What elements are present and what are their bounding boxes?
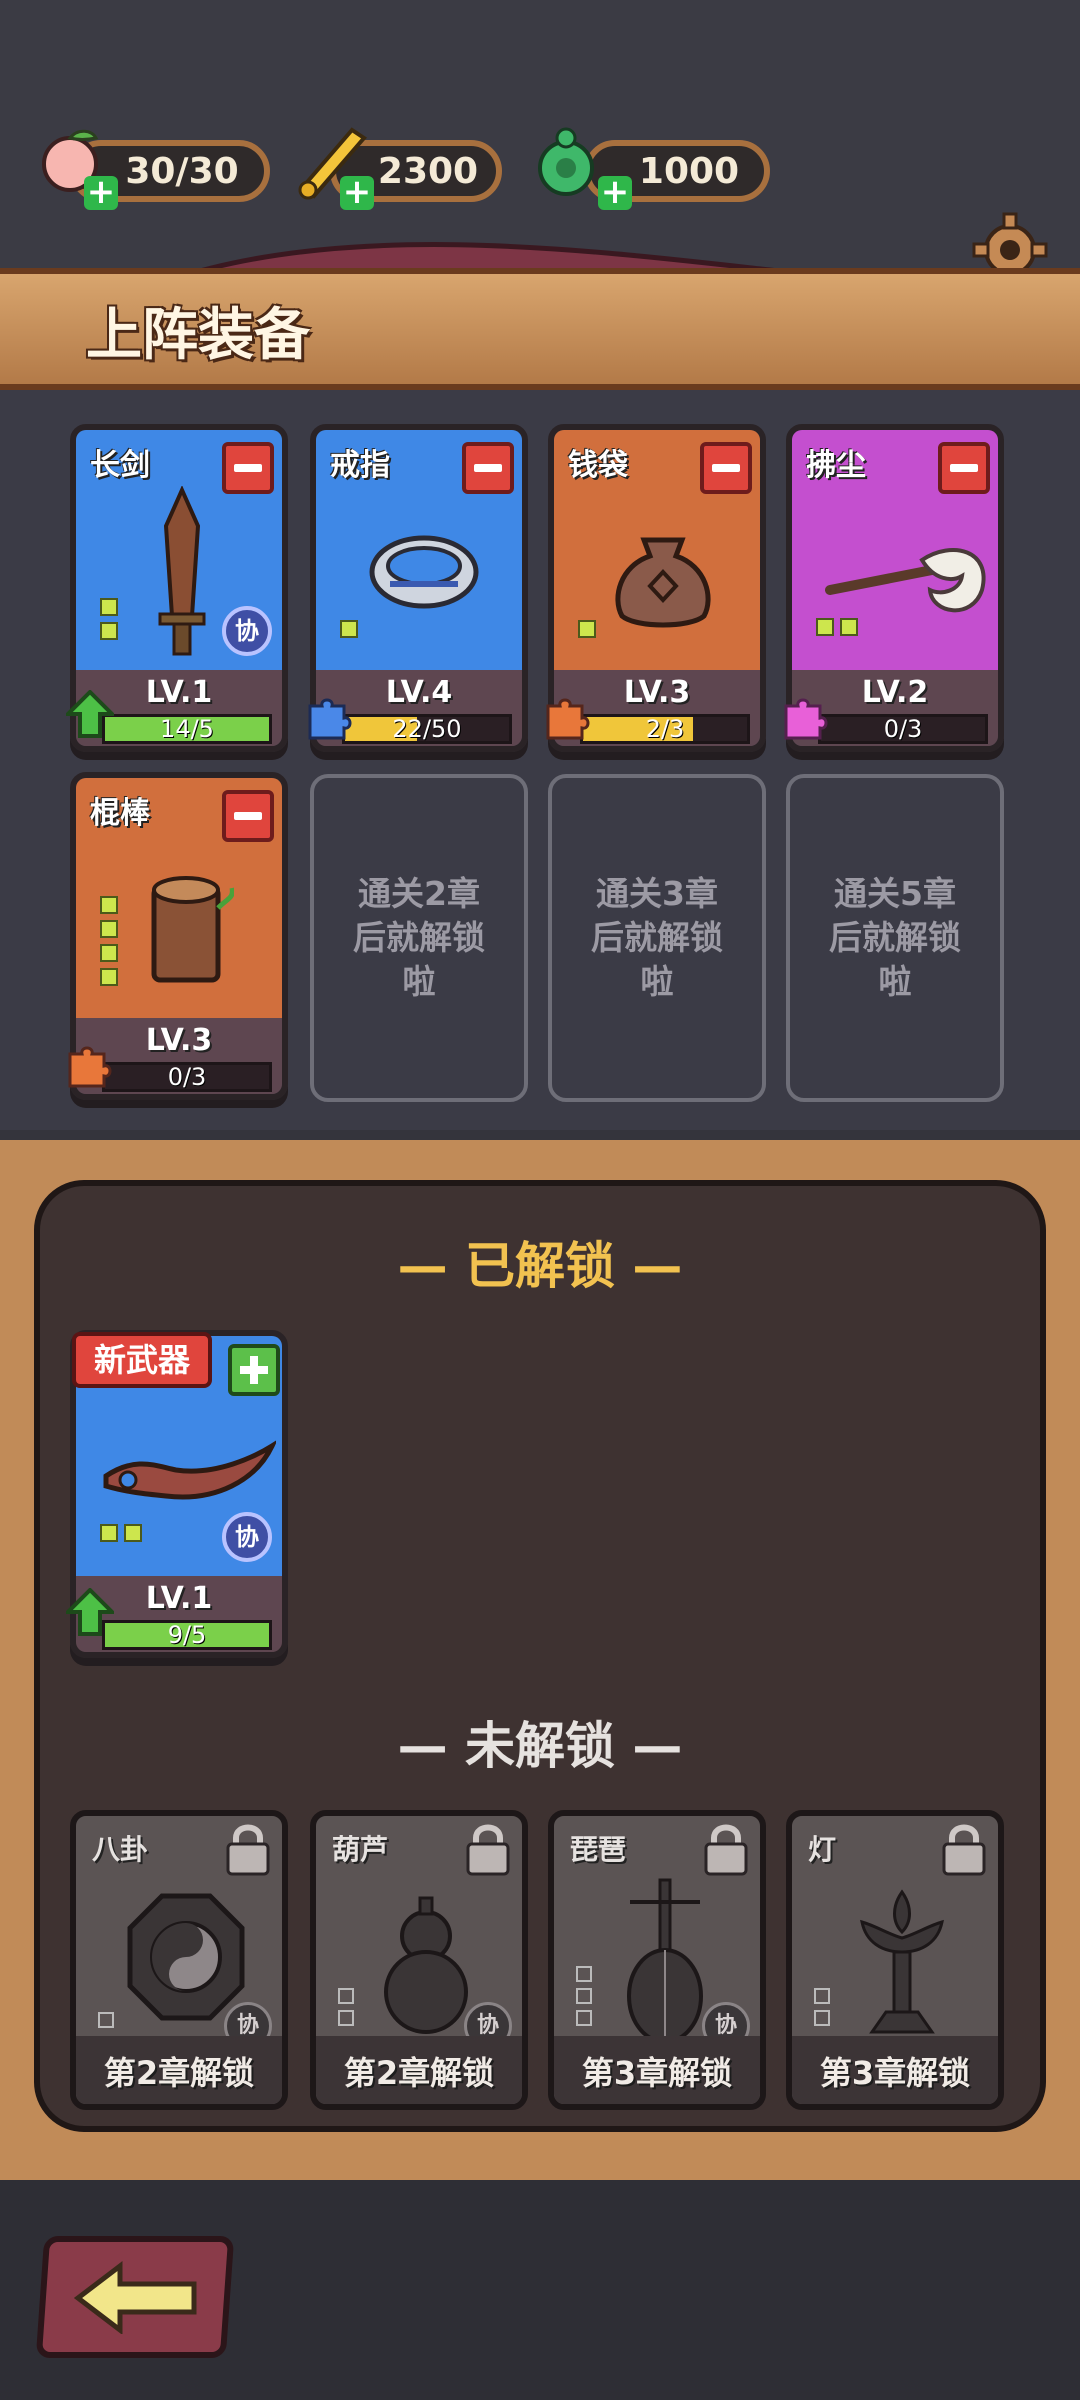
padlock-icon	[226, 1824, 270, 1876]
unequip-button[interactable]	[462, 442, 514, 494]
rarity-pips	[100, 598, 118, 646]
progress-text: 14/5	[160, 715, 214, 743]
club-log-icon	[151, 876, 234, 983]
rarity-pips	[578, 620, 596, 644]
locked-slot-3: 通关3章后就解锁啦	[548, 774, 766, 1102]
card-name: 棍棒	[90, 796, 150, 831]
horsetail-whisk-icon	[825, 548, 986, 613]
padlock-icon	[942, 1824, 986, 1876]
padlock-icon	[466, 1824, 510, 1876]
locked-item-name: 琵琶	[570, 1833, 627, 1866]
locked-item-bagua[interactable]: 八卦 协 第2章解锁	[70, 1810, 288, 2110]
progress-bar: 0/3	[818, 714, 988, 744]
locked-slot-4: 通关5章后就解锁啦	[786, 774, 1004, 1102]
pipa-icon	[627, 1878, 703, 2044]
rarity-pips	[338, 1988, 354, 2032]
gold-value: 2300	[377, 150, 479, 192]
lotus-lamp-icon	[860, 1889, 944, 2034]
unequip-button[interactable]	[700, 442, 752, 494]
page-title: 上阵装备	[86, 303, 310, 368]
progress-text: 2/3	[645, 715, 685, 743]
rarity-pips	[100, 896, 118, 992]
locked-item-name: 葫芦	[332, 1833, 389, 1866]
progress-bar: 0/3	[102, 1062, 272, 1092]
locked-item-gourd[interactable]: 葫芦 协 第2章解锁	[310, 1810, 528, 2110]
add-jade-icon[interactable]: +	[598, 175, 632, 210]
equip-add-button[interactable]	[228, 1344, 280, 1396]
locked-item-pipa[interactable]: 琵琶 协 第3章解锁	[548, 1810, 766, 2110]
locked-item-lamp[interactable]: 灯 第3章解锁	[786, 1810, 1004, 2110]
card-name: 长剑	[90, 448, 150, 483]
locked-item-name: 八卦	[92, 1833, 149, 1866]
progress-text: 9/5	[167, 1621, 207, 1649]
unequip-button[interactable]	[222, 442, 274, 494]
progress-bar: 14/5	[102, 714, 272, 744]
progress-bar: 9/5	[102, 1620, 272, 1650]
padlock-icon	[704, 1824, 748, 1876]
unlock-condition: 第3章解锁	[819, 2054, 971, 2092]
rarity-pips	[814, 1988, 830, 2032]
unequip-button[interactable]	[222, 790, 274, 842]
rarity-pips	[816, 618, 858, 642]
progress-text: 0/3	[883, 715, 923, 743]
synergy-badge[interactable]: 协	[222, 1512, 272, 1562]
add-gold-icon[interactable]: +	[340, 175, 374, 210]
locked-slot-text: 通关3章后就解锁啦	[591, 874, 723, 1001]
rarity-pips	[576, 1966, 592, 2032]
card-name: 拂尘	[806, 448, 866, 483]
rarity-pips	[98, 2012, 114, 2034]
back-arrow-icon[interactable]	[74, 2260, 198, 2334]
unlock-condition: 第3章解锁	[581, 2054, 733, 2092]
unlock-condition: 第2章解锁	[103, 2054, 255, 2092]
new-weapon-tag: 新武器	[72, 1332, 212, 1388]
progress-bar: 22/50	[342, 714, 512, 744]
new-weapon-text: 新武器	[93, 1341, 190, 1379]
unlock-condition: 第2章解锁	[343, 2054, 495, 2092]
upgrade-arrow-icon[interactable]	[66, 690, 114, 738]
card-name: 戒指	[330, 448, 390, 483]
money-bag-icon	[615, 537, 711, 628]
puzzle-piece-icon[interactable]	[64, 1038, 116, 1090]
synergy-badge[interactable]: 协	[222, 606, 272, 656]
locked-slot-2: 通关2章后就解锁啦	[310, 774, 528, 1102]
locked-slot-text: 通关5章后就解锁啦	[829, 874, 961, 1001]
puzzle-piece-icon[interactable]	[780, 690, 832, 742]
bagua-icon	[127, 1893, 245, 2021]
sword-icon	[158, 486, 206, 656]
progress-bar: 2/3	[580, 714, 750, 744]
locked-item-name: 灯	[808, 1833, 837, 1866]
jade-gourd-icon	[538, 127, 594, 196]
card-name: 钱袋	[568, 448, 628, 483]
puzzle-piece-icon[interactable]	[304, 690, 356, 742]
unequip-button[interactable]	[938, 442, 990, 494]
add-stamina-icon[interactable]: +	[84, 175, 118, 210]
puzzle-piece-icon[interactable]	[542, 690, 594, 742]
upgrade-arrow-icon[interactable]	[66, 1588, 114, 1636]
locked-slot-text: 通关2章后就解锁啦	[353, 874, 485, 1001]
ring-icon	[369, 535, 479, 609]
jade-value: 1000	[638, 150, 740, 192]
rarity-pips	[340, 620, 358, 644]
rarity-pips	[100, 1524, 142, 1548]
unlocked-section-title: — 已解锁 —	[397, 1237, 683, 1295]
stamina-value: 30/30	[125, 150, 239, 192]
progress-text: 22/50	[392, 715, 462, 743]
dagger-icon	[103, 1440, 276, 1500]
progress-text: 0/3	[167, 1063, 207, 1091]
gourd-icon	[384, 1896, 468, 2034]
locked-section-title: — 未解锁 —	[397, 1717, 683, 1775]
